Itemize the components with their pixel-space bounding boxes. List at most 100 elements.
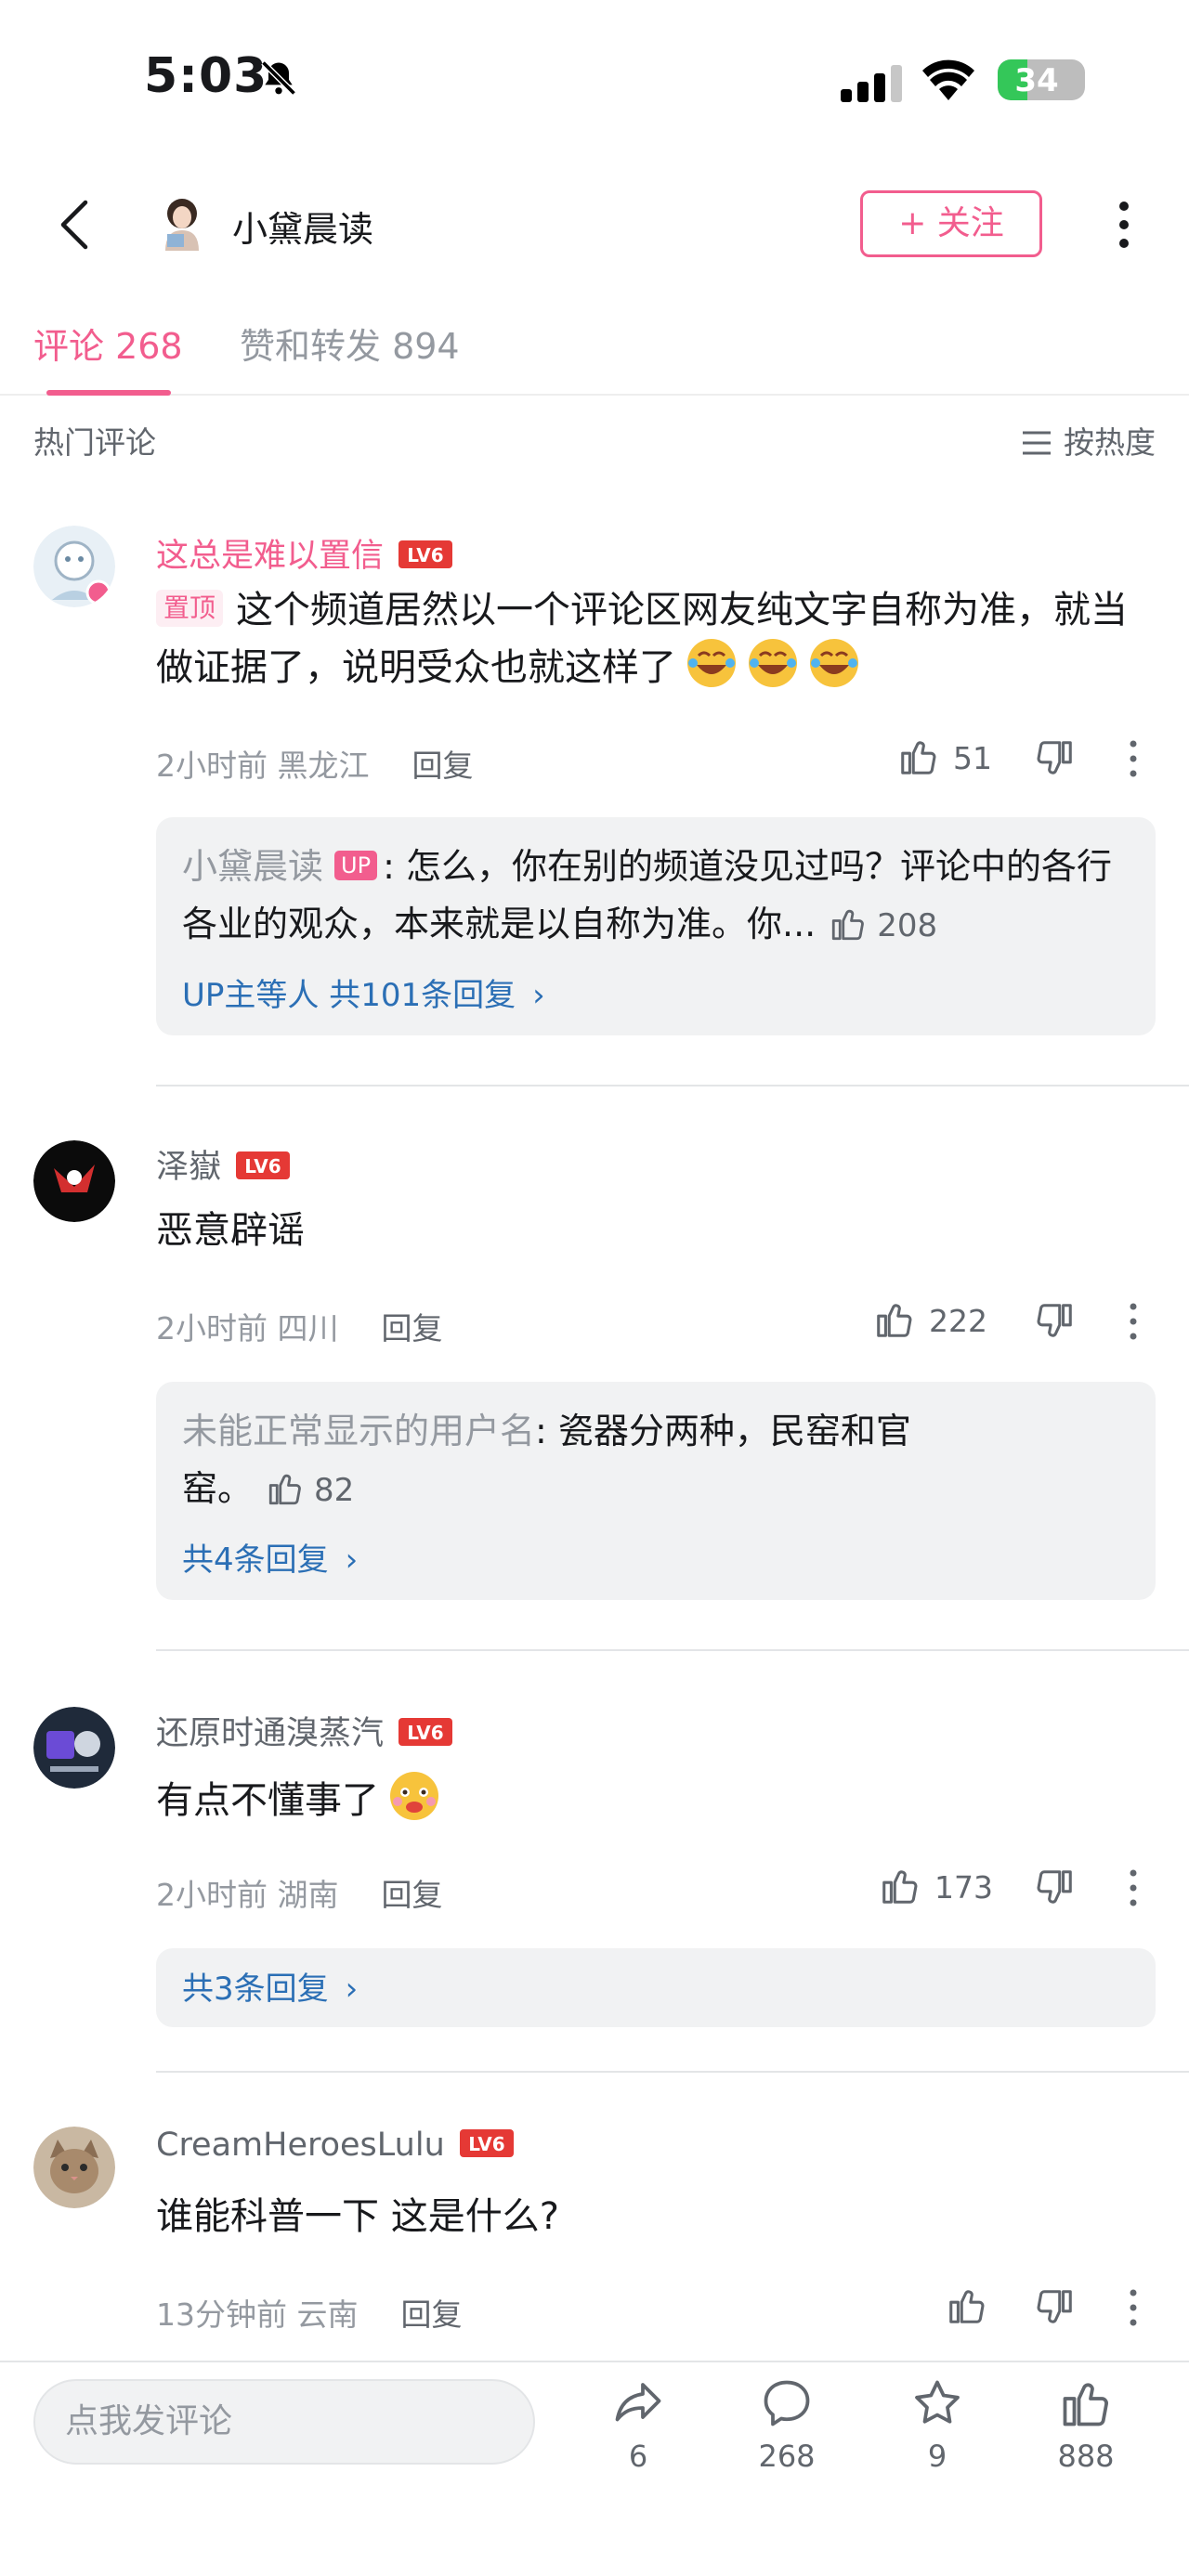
share-button[interactable]: 6 xyxy=(587,2375,689,2474)
chevron-right-icon: › xyxy=(345,1971,359,2008)
svg-text:LV6: LV6 xyxy=(468,2133,504,2155)
follow-button[interactable]: + 关注 xyxy=(860,190,1042,257)
reply-button[interactable]: 回复 xyxy=(382,1310,443,1347)
thumbs-up-icon xyxy=(877,1304,912,1337)
comment-text: 恶意辟谣 xyxy=(156,1209,305,1252)
sub-reply-text: 未能正常显示的用户名: 瓷器分两种，民窑和官窑。 82 xyxy=(182,1411,911,1509)
sticker-emoji-icon xyxy=(390,1772,438,1820)
back-arrow-icon[interactable] xyxy=(54,199,95,251)
chevron-right-icon: › xyxy=(532,977,545,1014)
laughing-emoji-icon xyxy=(749,639,797,687)
comment-more-icon[interactable] xyxy=(1126,1867,1141,1909)
thumbs-up-icon xyxy=(882,1870,918,1904)
wifi-icon xyxy=(922,59,974,100)
chevron-right-icon: › xyxy=(345,1542,359,1579)
thumbs-down-icon[interactable] xyxy=(1033,1867,1076,1909)
view-replies-link[interactable]: 共3条回复 › xyxy=(182,1963,1130,2009)
comment-username[interactable]: CreamHeroesLulu LV6 xyxy=(156,2127,514,2164)
status-time: 5:03 xyxy=(144,48,268,104)
battery-percent: 34 xyxy=(1014,62,1059,99)
sub-reply-like[interactable]: 208 xyxy=(816,907,937,944)
more-options-icon[interactable] xyxy=(1111,199,1137,251)
svg-text:LV6: LV6 xyxy=(244,1155,281,1177)
comment-bubble-icon xyxy=(764,2380,810,2426)
reply-button[interactable]: 回复 xyxy=(401,2296,463,2333)
svg-text:LV6: LV6 xyxy=(407,1722,443,1744)
like-video-button[interactable]: 888 xyxy=(1035,2375,1137,2474)
like-button[interactable]: 222 xyxy=(873,1298,987,1341)
status-bar: 5:03 34 xyxy=(0,0,1189,158)
comment-username[interactable]: 泽嶽 LV6 xyxy=(156,1140,291,1188)
tab-comments[interactable]: 评论 268 xyxy=(33,318,183,369)
comment-meta: 13分钟前 云南 回复 xyxy=(156,2296,463,2333)
sort-button[interactable]: 按热度 xyxy=(1021,418,1156,462)
sub-reply-username[interactable]: 未能正常显示的用户名 xyxy=(182,1411,535,1451)
sub-reply-username[interactable]: 小黛晨读 xyxy=(182,846,323,887)
favorite-button[interactable]: 9 xyxy=(886,2375,988,2474)
tab-bar: 评论 268 赞和转发 894 xyxy=(0,306,1189,396)
thumbs-down-icon[interactable] xyxy=(1033,1300,1076,1343)
share-icon xyxy=(615,2383,661,2422)
uploader-name[interactable]: 小黛晨读 xyxy=(232,201,373,252)
view-replies-link[interactable]: 共4条回复 › xyxy=(182,1534,1130,1580)
comment-button[interactable]: 268 xyxy=(736,2375,838,2474)
user-avatar[interactable] xyxy=(33,2127,115,2208)
comment-divider xyxy=(156,1085,1189,1086)
active-tab-indicator xyxy=(46,390,171,396)
comment-meta: 2小时前 湖南 回复 xyxy=(156,1877,443,1913)
sort-label: 按热度 xyxy=(1064,424,1156,461)
thumbs-down-icon[interactable] xyxy=(1033,2286,1076,2329)
user-avatar[interactable] xyxy=(33,1140,115,1222)
comment-text: 有点不懂事了 xyxy=(156,1770,1133,1828)
user-avatar[interactable] xyxy=(33,1707,115,1789)
level-badge-icon: LV6 xyxy=(236,1151,291,1179)
like-button[interactable]: 173 xyxy=(879,1865,993,1907)
comment-username[interactable]: 这总是难以置信 LV6 xyxy=(156,529,453,577)
reply-button[interactable]: 回复 xyxy=(412,748,474,784)
thumbs-up-icon xyxy=(949,2290,985,2323)
laughing-emoji-icon xyxy=(810,639,858,687)
level-badge-icon: LV6 xyxy=(399,540,453,568)
level-badge-icon: LV6 xyxy=(399,1718,453,1746)
cellular-signal-icon xyxy=(841,65,902,102)
user-avatar[interactable] xyxy=(33,526,115,607)
comment-divider xyxy=(156,2071,1189,2073)
sub-reply-like[interactable]: 82 xyxy=(253,1472,354,1509)
comment-more-icon[interactable] xyxy=(1126,1300,1141,1343)
like-button[interactable]: 51 xyxy=(897,735,992,778)
top-nav: 小黛晨读 + 关注 xyxy=(0,176,1189,269)
thumbs-up-icon xyxy=(832,909,865,941)
thumbs-down-icon[interactable] xyxy=(1033,737,1076,780)
comment-input[interactable]: 点我发评论 xyxy=(33,2379,535,2465)
section-title: 热门评论 xyxy=(33,424,156,461)
thumbs-up-icon xyxy=(901,741,936,774)
up-badge: UP xyxy=(334,851,378,880)
comment-divider xyxy=(156,1649,1189,1651)
thumbs-up-icon xyxy=(268,1474,301,1505)
pinned-badge: 置顶 xyxy=(156,590,224,627)
like-button[interactable] xyxy=(946,2284,1001,2327)
sort-row: 热门评论 按热度 xyxy=(0,414,1189,461)
svg-text:LV6: LV6 xyxy=(407,544,443,566)
view-replies-link[interactable]: UP主等人 共101条回复 › xyxy=(182,969,1130,1015)
comment-username[interactable]: 还原时通溴蒸汽 LV6 xyxy=(156,1707,453,1754)
uploader-avatar[interactable] xyxy=(156,193,208,251)
comment-text: 谁能科普一下 这是什么? xyxy=(156,2195,559,2238)
sub-reply-text: 小黛晨读 UP: 怎么，你在别的频道没见过吗？评论中的各行各业的观众，本来就是以自… xyxy=(182,846,1112,944)
comment-meta: 2小时前 黑龙江 回复 xyxy=(156,748,474,784)
battery-indicator: 34 xyxy=(998,59,1085,100)
bottom-action-bar: 点我发评论 6 268 9 888 xyxy=(0,2361,1189,2576)
laughing-emoji-icon xyxy=(687,639,736,687)
star-icon xyxy=(915,2380,960,2424)
sub-reply-box[interactable]: 小黛晨读 UP: 怎么，你在别的频道没见过吗？评论中的各行各业的观众，本来就是以自… xyxy=(156,817,1156,1035)
comment-text: 置顶 这个频道居然以一个评论区网友纯文字自称为准，就当做证据了，说明受众也就这样了 xyxy=(156,589,1129,689)
sub-reply-box[interactable]: 未能正常显示的用户名: 瓷器分两种，民窑和官窑。 82 共4条回复 › xyxy=(156,1382,1156,1600)
sub-reply-box[interactable]: 共3条回复 › xyxy=(156,1948,1156,2027)
level-badge-icon: LV6 xyxy=(459,2129,514,2157)
tab-likes-shares[interactable]: 赞和转发 894 xyxy=(240,318,460,369)
comment-more-icon[interactable] xyxy=(1126,737,1141,780)
comment-more-icon[interactable] xyxy=(1126,2286,1141,2329)
bell-muted-icon xyxy=(261,60,296,96)
sort-list-icon xyxy=(1023,431,1051,455)
reply-button[interactable]: 回复 xyxy=(382,1877,443,1913)
